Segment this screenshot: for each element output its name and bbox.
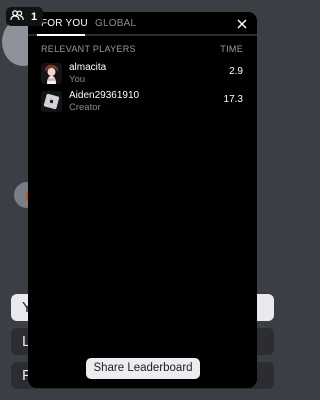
column-header-players: RELEVANT PLAYERS — [41, 44, 136, 54]
active-tab-indicator — [37, 34, 85, 36]
game-screen: Y L P 1 FOR YOU GLOBAL RELEVANT PLAYERS … — [0, 0, 286, 400]
player-name: almacita — [69, 62, 107, 73]
close-icon — [237, 19, 247, 29]
player-subtitle: Creator — [69, 102, 101, 113]
close-button[interactable] — [235, 17, 249, 31]
leaderboard-row[interactable]: almacita You 2.9 — [41, 60, 243, 88]
player-name: Aiden29361910 — [69, 90, 140, 101]
leaderboard-panel: FOR YOU GLOBAL RELEVANT PLAYERS TIME alm… — [28, 12, 257, 388]
tab-global[interactable]: GLOBAL — [95, 18, 136, 29]
leaderboard-row[interactable]: Aiden29361910 Creator 17.3 — [41, 88, 243, 116]
player-subtitle: You — [69, 74, 86, 85]
column-header-time: TIME — [220, 44, 243, 54]
player-time: 2.9 — [229, 66, 243, 77]
avatar-character-icon — [41, 63, 62, 84]
people-icon — [10, 9, 24, 24]
tab-for-you[interactable]: FOR YOU — [41, 18, 88, 29]
players-count-button[interactable]: 1 — [6, 7, 44, 26]
avatar-roblox-logo-icon — [41, 91, 62, 112]
player-time: 17.3 — [223, 94, 243, 105]
share-leaderboard-button[interactable]: Share Leaderboard — [86, 358, 200, 379]
players-count: 1 — [31, 10, 38, 23]
leaderboard-tabs: FOR YOU GLOBAL — [28, 12, 257, 36]
